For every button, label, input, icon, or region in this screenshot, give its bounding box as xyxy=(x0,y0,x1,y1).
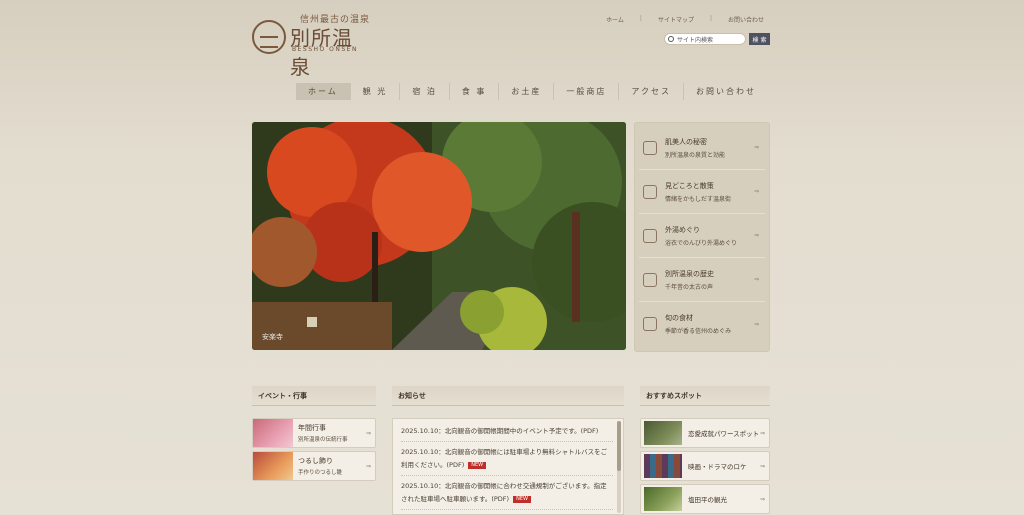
arrow-right-icon: ⇒ xyxy=(759,429,765,437)
top-link-separator: | xyxy=(709,15,712,22)
event-card-annual[interactable]: 年間行事 別所温泉の伝統行事 ⇒ xyxy=(252,418,376,448)
top-link-contact[interactable]: お問い合わせ xyxy=(722,15,770,24)
page-wrapper: 信州最古の温泉 別所温泉 BESSHO ONSEN ホーム | サイトマップ |… xyxy=(252,0,770,515)
arrow-right-icon: ⇒ xyxy=(759,495,765,503)
feature-subtitle: 季節が香る信州のめぐみ xyxy=(665,328,732,335)
site-logo[interactable]: 信州最古の温泉 別所温泉 BESSHO ONSEN xyxy=(252,12,372,79)
arrow-right-icon: ⇒ xyxy=(365,429,371,437)
arrow-right-icon: ⇒ xyxy=(759,462,765,470)
event-thumbnail xyxy=(253,452,293,480)
apple-icon xyxy=(643,317,657,331)
feature-title: 旬の食材 xyxy=(665,314,693,322)
event-card-tsurushi[interactable]: つるし飾り 手作りのつるし雛 ⇒ xyxy=(252,451,376,481)
new-badge: NEW xyxy=(468,461,487,469)
arrow-right-icon: ⇒ xyxy=(753,320,759,328)
news-item[interactable]: 2025.10.10：北向観音の御開帳期間中のイベント予定です。(PDF) xyxy=(401,425,613,442)
hero-image: 安楽寺 xyxy=(252,122,626,350)
feature-subtitle: 浴衣でのんびり外湯めぐり xyxy=(665,239,738,247)
feature-item-food[interactable]: 旬の食材 季節が香る信州のめぐみ ⇒ xyxy=(639,302,765,346)
spot-title: 塩田平の観光 xyxy=(688,496,727,504)
arrow-right-icon: ⇒ xyxy=(753,232,759,239)
news-item[interactable]: 2025.10.10：北向観音の御開帳に合わせ交通規制がございます。指定された駐… xyxy=(401,480,613,510)
news-list[interactable]: 2025.10.10：北向観音の御開帳期間中のイベント予定です。(PDF) 20… xyxy=(392,418,624,515)
feature-menu: 肌美人の秘密 別所温泉の泉質と効能 ⇒ 見どころと散策 情緒をかもしだす温泉街 … xyxy=(634,122,770,352)
event-subtitle: 手作りのつるし雛 xyxy=(298,470,343,476)
events-heading: イベント・行事 xyxy=(252,386,376,406)
bathhouse-icon xyxy=(643,228,657,243)
feature-subtitle: 別所温泉の泉質と効能 xyxy=(665,151,726,159)
search-input[interactable]: サイト内検索 xyxy=(664,33,746,45)
feature-title: 見どころと散策 xyxy=(665,181,714,190)
event-thumbnail xyxy=(253,419,293,447)
nav-lodging[interactable]: 宿 泊 xyxy=(400,83,450,100)
hero-caption: 安楽寺 xyxy=(262,333,283,341)
nav-access[interactable]: アクセス xyxy=(619,83,685,100)
event-subtitle: 別所温泉の伝統行事 xyxy=(298,437,348,443)
nav-home[interactable]: ホーム xyxy=(296,83,351,100)
search-button[interactable]: 検 索 xyxy=(749,33,770,45)
top-link-sitemap[interactable]: サイトマップ xyxy=(652,15,700,24)
arrow-right-icon: ⇒ xyxy=(753,188,759,195)
event-title: 年間行事 xyxy=(298,424,326,432)
feature-title: 肌美人の秘密 xyxy=(665,137,707,146)
arrow-right-icon: ⇒ xyxy=(365,462,371,470)
search-icon xyxy=(668,36,674,42)
top-link-home[interactable]: ホーム xyxy=(600,15,630,24)
feature-title: 別所温泉の歴史 xyxy=(665,269,714,278)
hot-spring-icon xyxy=(643,140,657,155)
spot-title: 恋愛成就パワースポット xyxy=(688,430,760,438)
feature-subtitle: 情緒をかもしだす温泉街 xyxy=(665,195,732,203)
top-link-separator: | xyxy=(639,15,642,22)
feature-item-springs[interactable]: 肌美人の秘密 別所温泉の泉質と効能 ⇒ xyxy=(639,126,765,170)
logo-roman: BESSHO ONSEN xyxy=(292,46,358,53)
main-nav: ホーム 観 光 宿 泊 食 事 お土産 一般商店 アクセス お問い合わせ xyxy=(296,83,768,100)
spot-card-shiodadaira[interactable]: 塩田平の観光 ⇒ xyxy=(640,484,770,514)
search-placeholder: サイト内検索 xyxy=(677,36,714,44)
feature-item-history[interactable]: 別所温泉の歴史 千年昔の太古の声 ⇒ xyxy=(639,258,765,302)
news-text[interactable]: 2025.10.10：北向観音の御開帳に合わせ交通規制がございます。指定された駐… xyxy=(401,482,607,503)
compass-icon xyxy=(643,184,657,199)
event-title: つるし飾り xyxy=(298,457,333,465)
spot-thumbnail xyxy=(644,454,682,478)
news-item[interactable]: 2025.10.10：北向観音の御開帳には駐車場より無料シャトルバスをご利用くだ… xyxy=(401,446,613,476)
spot-card-film[interactable]: 映画・ドラマのロケ ⇒ xyxy=(640,451,770,481)
nav-shops[interactable]: 一般商店 xyxy=(554,83,620,100)
feature-item-baths[interactable]: 外湯めぐり 浴衣でのんびり外湯めぐり ⇒ xyxy=(639,214,765,258)
logo-emblem-icon xyxy=(252,20,286,54)
pagoda-icon xyxy=(643,272,657,287)
news-scrollbar[interactable] xyxy=(617,421,621,513)
new-badge: NEW xyxy=(513,495,531,503)
spot-thumbnail xyxy=(644,421,682,445)
feature-title: 外湯めぐり xyxy=(665,225,700,234)
news-text[interactable]: 2025.10.10：北向観音の御開帳には駐車場より無料シャトルバスをご利用くだ… xyxy=(401,448,607,469)
site-search: サイト内検索 検 索 xyxy=(664,33,770,45)
spots-heading: おすすめスポット xyxy=(640,386,770,406)
spot-card-powerspot[interactable]: 恋愛成就パワースポット ⇒ xyxy=(640,418,770,448)
spot-thumbnail xyxy=(644,487,682,511)
top-links: ホーム | サイトマップ | お問い合わせ xyxy=(600,15,770,24)
news-text[interactable]: 2025.10.10：北向観音の御開帳期間中のイベント予定です。(PDF) xyxy=(401,427,598,435)
arrow-right-icon: ⇒ xyxy=(753,144,759,151)
nav-contact[interactable]: お問い合わせ xyxy=(684,83,768,100)
nav-dining[interactable]: 食 事 xyxy=(450,83,500,100)
spot-title: 映画・ドラマのロケ xyxy=(688,463,747,471)
nav-sightseeing[interactable]: 観 光 xyxy=(351,83,401,100)
feature-subtitle: 千年昔の太古の声 xyxy=(665,283,714,291)
arrow-right-icon: ⇒ xyxy=(753,276,759,283)
hero-illustration xyxy=(252,122,626,350)
feature-item-walking[interactable]: 見どころと散策 情緒をかもしだす温泉街 ⇒ xyxy=(639,170,765,214)
news-heading: お知らせ xyxy=(392,386,624,406)
nav-souvenirs[interactable]: お土産 xyxy=(499,83,555,100)
